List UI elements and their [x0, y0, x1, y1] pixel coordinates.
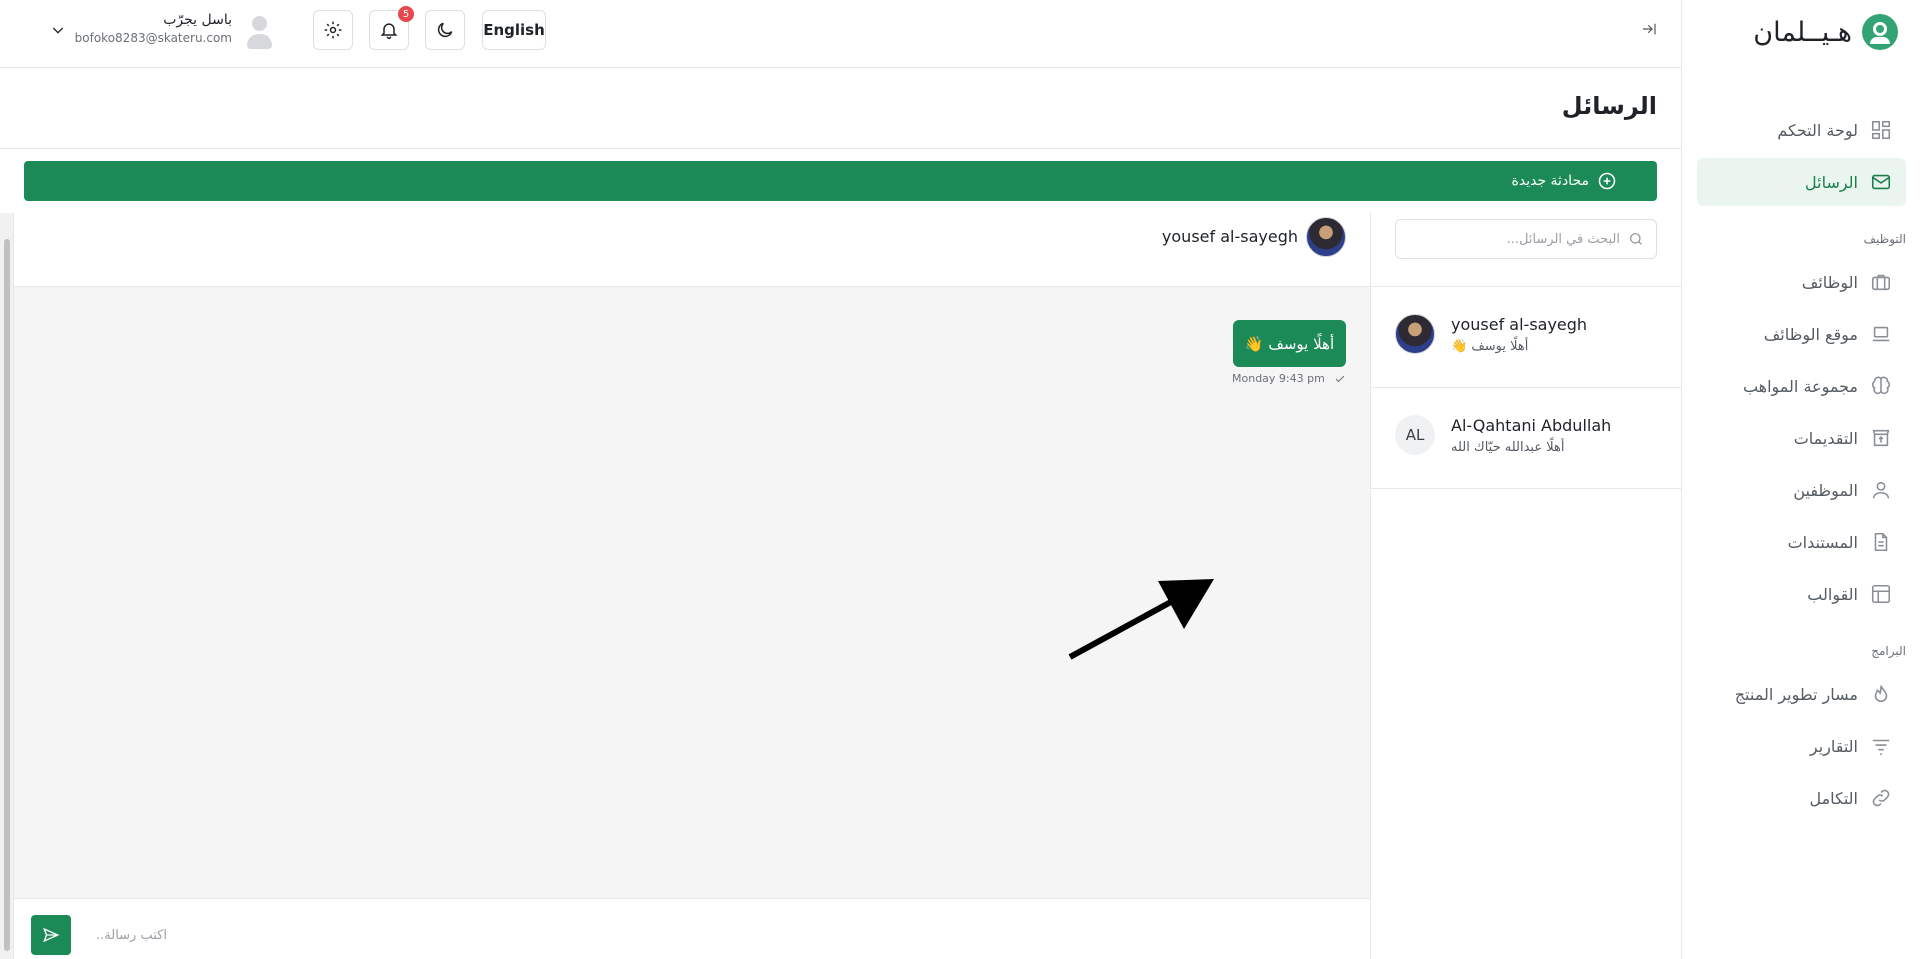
avatar: AL	[1395, 415, 1435, 455]
user-icon	[1872, 481, 1890, 499]
avatar	[1395, 314, 1435, 354]
message-bubble: أهلًا يوسف 👋	[1233, 320, 1346, 367]
conversation-name: yousef al-sayegh	[1451, 315, 1588, 334]
search-input[interactable]	[1396, 231, 1620, 247]
link-icon	[1872, 789, 1890, 807]
avatar[interactable]	[1306, 217, 1346, 257]
conversation-list: yousef al-sayegh أهلًا يوسف 👋 AL Al-Qaht…	[1370, 213, 1682, 959]
sidebar-item-product-roadmap[interactable]: مسار تطوير المنتج	[1697, 670, 1906, 718]
collapse-sidebar-button[interactable]	[1640, 20, 1660, 40]
avatar[interactable]	[246, 16, 272, 52]
gear-icon	[324, 21, 342, 39]
conversation-pane: yousef al-sayegh أهلًا يوسف 👋 Monday 9:4…	[0, 213, 1370, 959]
sidebar-item-label: المستندات	[1787, 532, 1858, 552]
collapse-sidebar-icon	[1643, 23, 1656, 35]
sidebar-item-templates[interactable]: القوالب	[1697, 570, 1906, 618]
sidebar-item-applications[interactable]: التقديمات	[1697, 414, 1906, 462]
conversation-header: yousef al-sayegh	[14, 213, 1370, 287]
sidebar-item-label: مجموعة المواهب	[1742, 376, 1858, 396]
send-button[interactable]	[31, 915, 71, 955]
message-time: Monday 9:43 pm	[1232, 372, 1325, 385]
contact-name: yousef al-sayegh	[1161, 227, 1298, 246]
plus-circle-icon	[1598, 172, 1616, 190]
user-menu-button[interactable]	[50, 22, 66, 38]
sidebar-item-label: لوحة التحكم	[1777, 120, 1858, 140]
top-bar: English 5 باسل يجرّب bofoko8283@skateru.…	[0, 0, 1681, 68]
flame-icon	[1874, 685, 1888, 703]
moon-icon	[437, 22, 453, 38]
search-box[interactable]	[1395, 219, 1657, 259]
annotation-arrow-icon	[1068, 579, 1214, 660]
theme-toggle-button[interactable]	[425, 10, 465, 50]
bell-icon	[380, 23, 398, 40]
sidebar-item-label: موقع الوظائف	[1763, 324, 1858, 344]
sidebar-item-documents[interactable]: المستندات	[1697, 518, 1906, 566]
sidebar-section-programs: البرامج	[1871, 644, 1906, 658]
new-conversation-button[interactable]: محادثة جديدة	[24, 161, 1657, 201]
search-icon	[1630, 233, 1642, 245]
sidebar-item-label: مسار تطوير المنتج	[1734, 684, 1858, 704]
sidebar-item-messages[interactable]: الرسائل	[1697, 158, 1906, 206]
page-header: الرسائل	[0, 68, 1681, 149]
template-icon	[1871, 584, 1891, 604]
message-input[interactable]	[96, 917, 1336, 953]
filter-lines-icon	[1872, 739, 1890, 756]
user-name: باسل يجرّب	[163, 12, 232, 28]
message-meta: Monday 9:43 pm	[1232, 372, 1346, 385]
sidebar-item-label: الرسائل	[1805, 172, 1858, 192]
sidebar-item-jobs[interactable]: الوظائف	[1697, 258, 1906, 306]
brand-logo-icon	[1862, 14, 1898, 50]
sidebar-item-employees[interactable]: الموظفين	[1697, 466, 1906, 514]
check-icon	[1335, 375, 1345, 382]
sidebar: هـيــلمان لوحة التحكم الرسائل التوظيف ال…	[1681, 0, 1920, 959]
conversation-preview: أهلًا عبدالله حيّاك الله	[1451, 440, 1565, 455]
sidebar-item-label: الوظائف	[1801, 272, 1858, 292]
sidebar-item-label: القوالب	[1807, 584, 1858, 604]
laptop-icon	[1872, 326, 1890, 342]
sidebar-item-label: التقديمات	[1793, 428, 1858, 448]
new-conversation-label: محادثة جديدة	[1511, 173, 1589, 189]
sidebar-item-label: التقارير	[1809, 736, 1858, 756]
conversation-name: Al-Qahtani Abdullah	[1451, 416, 1612, 435]
brain-icon	[1871, 376, 1891, 395]
divider	[1371, 488, 1682, 489]
page-title: الرسائل	[1561, 92, 1657, 120]
chevron-down-icon	[52, 27, 64, 34]
sidebar-item-dashboard[interactable]: لوحة التحكم	[1697, 106, 1906, 154]
list-item[interactable]: yousef al-sayegh أهلًا يوسف 👋	[1371, 287, 1682, 387]
sidebar-item-talent-pool[interactable]: مجموعة المواهب	[1697, 362, 1906, 410]
language-toggle-button[interactable]: English	[482, 10, 546, 50]
mail-icon	[1871, 174, 1891, 190]
settings-button[interactable]	[313, 10, 353, 50]
conversation-preview: أهلًا يوسف 👋	[1451, 339, 1529, 354]
user-info[interactable]: باسل يجرّب bofoko8283@skateru.com	[60, 12, 232, 45]
sidebar-section-hiring: التوظيف	[1863, 232, 1906, 246]
briefcase-icon	[1871, 274, 1891, 291]
send-icon	[43, 927, 60, 943]
user-email: bofoko8283@skateru.com	[74, 31, 232, 45]
list-item[interactable]: AL Al-Qahtani Abdullah أهلًا عبدالله حيّ…	[1371, 388, 1682, 488]
brand[interactable]: هـيــلمان	[1753, 13, 1898, 51]
document-icon	[1874, 532, 1888, 552]
notification-badge: 5	[398, 6, 414, 22]
inbox-upload-icon	[1872, 429, 1890, 447]
dashboard-icon	[1871, 120, 1891, 140]
brand-name: هـيــلمان	[1753, 16, 1852, 48]
message-composer	[14, 898, 1370, 959]
sidebar-item-label: التكامل	[1809, 788, 1858, 808]
sidebar-item-integration[interactable]: التكامل	[1697, 774, 1906, 822]
sidebar-item-jobs-site[interactable]: موقع الوظائف	[1697, 310, 1906, 358]
sidebar-item-label: الموظفين	[1793, 480, 1858, 500]
sidebar-item-reports[interactable]: التقارير	[1697, 722, 1906, 770]
notifications-button[interactable]: 5	[369, 6, 414, 50]
